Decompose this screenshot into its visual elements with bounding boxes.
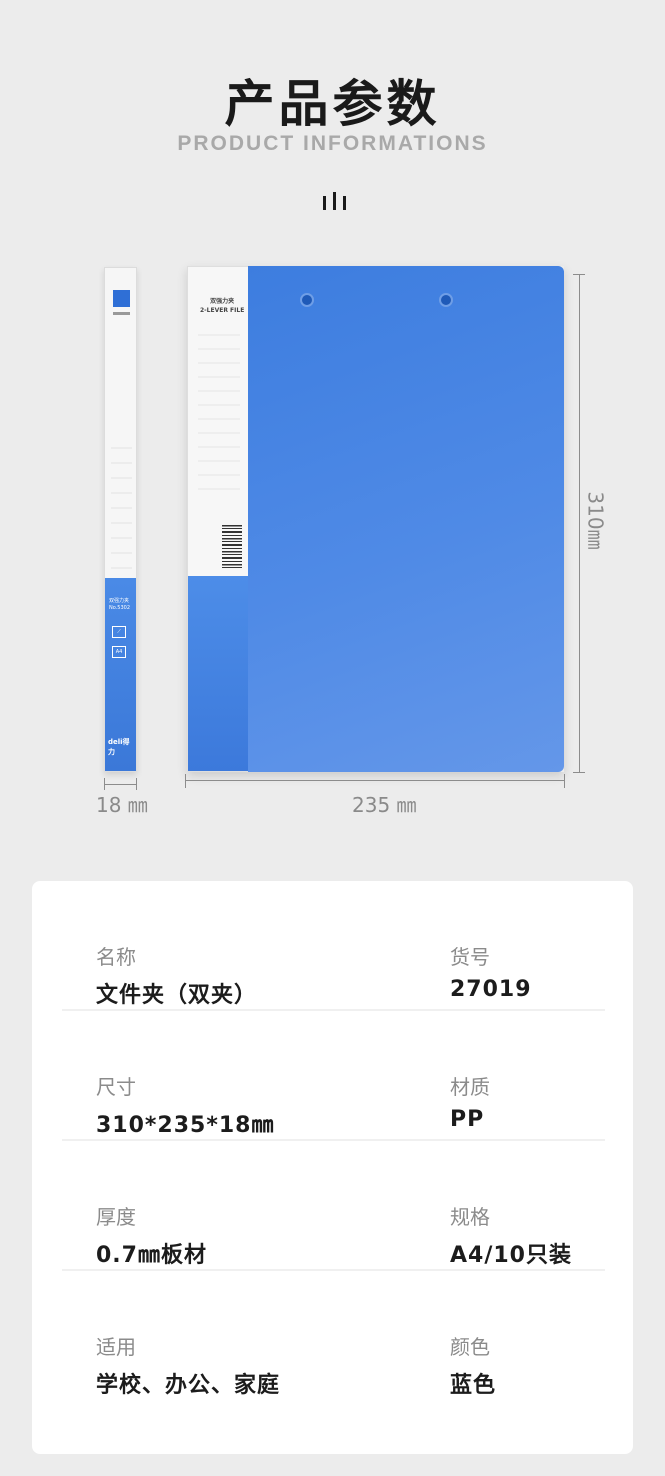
spine-color-block (113, 290, 130, 307)
panel-text-line2: 2-LEVER FILE (200, 307, 245, 314)
panel-lines (198, 334, 240, 490)
page-subtitle: PRODUCT INFORMATIONS (177, 132, 488, 155)
spec-value: 27019 (450, 977, 532, 1002)
spec-row: 厚度 0.7㎜板材 规格 A4/10只装 (32, 1141, 633, 1271)
brand-logo: deli得力 (108, 738, 130, 756)
folder-cover (248, 266, 564, 772)
size-badge: A4 (112, 646, 126, 658)
height-dim-line (579, 274, 580, 772)
spine-text: 双强力夹 No.5302 (109, 598, 130, 612)
spec-row: 尺寸 310*235*18㎜ 材质 PP (32, 1011, 633, 1141)
spine-text-line1: 双强力夹 (109, 598, 130, 604)
spec-card: 名称 文件夹（双夹） 货号 27019 尺寸 310*235*18㎜ 材质 PP… (32, 881, 633, 1454)
height-dim-label: 310㎜ (583, 491, 608, 550)
panel-text: 双强力夹 2-LEVER FILE (200, 297, 244, 315)
folder-front-image: 双强力夹 2-LEVER FILE (187, 266, 564, 772)
spec-label: 规格 (450, 1205, 490, 1229)
spec-row: 名称 文件夹（双夹） 货号 27019 (32, 881, 633, 1011)
width-dim-label: 235 ㎜ (352, 793, 417, 817)
depth-dim-line (104, 784, 137, 785)
decorative-mark (323, 192, 347, 210)
dim-tick (185, 774, 186, 788)
lever-icon: ⟋ (112, 626, 126, 638)
spec-value: PP (450, 1107, 485, 1132)
spec-label: 名称 (96, 945, 136, 969)
spine-text-line2: No.5302 (109, 605, 131, 611)
spec-label: 尺寸 (96, 1075, 136, 1099)
page-title: 产品参数 (224, 75, 441, 133)
dim-tick (573, 772, 585, 773)
spine-blue-section: 双强力夹 No.5302 ⟋ A4 deli得力 (105, 578, 136, 771)
panel-text-line1: 双强力夹 (210, 298, 235, 305)
label-panel: 双强力夹 2-LEVER FILE (187, 266, 250, 772)
width-dim-line (185, 780, 565, 781)
spec-label: 适用 (96, 1335, 136, 1359)
spec-row: 适用 学校、办公、家庭 颜色 蓝色 (32, 1271, 633, 1401)
spec-label: 颜色 (450, 1335, 490, 1359)
folder-spine-image: 双强力夹 No.5302 ⟋ A4 deli得力 (104, 267, 137, 772)
dim-tick (564, 774, 565, 788)
label-panel-blue (188, 576, 250, 771)
depth-dim-label: 18 ㎜ (96, 793, 148, 817)
spec-value: 文件夹（双夹） (96, 983, 258, 1008)
spec-label: 货号 (450, 945, 490, 969)
barcode-icon (222, 525, 242, 568)
spec-value: 蓝色 (450, 1373, 497, 1398)
spec-value: A4/10只装 (450, 1243, 572, 1268)
spec-value: 0.7㎜板材 (96, 1243, 207, 1268)
spec-label: 厚度 (96, 1205, 136, 1229)
spec-value: 学校、办公、家庭 (96, 1373, 281, 1398)
spec-value: 310*235*18㎜ (96, 1113, 275, 1138)
spec-label: 材质 (450, 1075, 490, 1099)
clip-rivet-left (300, 293, 314, 307)
clip-rivet-right (439, 293, 453, 307)
